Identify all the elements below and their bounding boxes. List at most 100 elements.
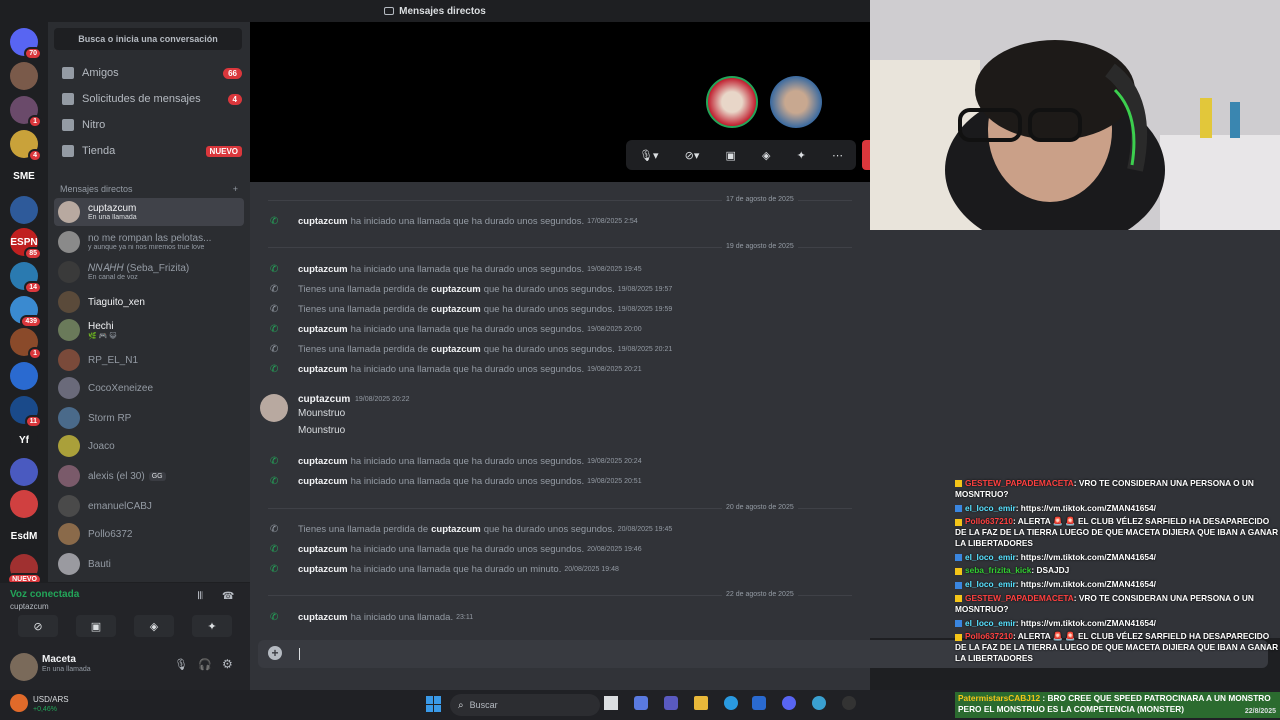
dm-item[interactable]: Pollo6372	[54, 520, 244, 548]
add-dm-button[interactable]: +	[233, 184, 238, 194]
server-icon[interactable]: 1	[10, 328, 42, 360]
taskbar-search[interactable]: ⌕ Buscar	[450, 694, 600, 716]
message-timestamp: 23:11	[456, 614, 474, 621]
message-user[interactable]: cuptazcum	[431, 344, 481, 355]
server-icon[interactable]: 439	[10, 296, 42, 328]
windows-start-icon[interactable]	[426, 696, 442, 712]
chrome-icon[interactable]	[812, 696, 826, 710]
message-text: que ha durado unos segundos.	[483, 344, 615, 355]
screen-share-icon[interactable]: ▣	[726, 149, 736, 162]
screen-share-button[interactable]: ▣	[76, 615, 116, 637]
chat-messages: 17 de agosto de 2025 19 de agosto de 2025…	[250, 182, 870, 638]
message-user[interactable]: cuptazcum	[298, 394, 350, 405]
dm-item[interactable]: alexis (el 30) GG	[54, 462, 244, 490]
message-user[interactable]: cuptazcum	[298, 476, 348, 487]
attach-plus-icon[interactable]: +	[268, 646, 282, 660]
stream-chat-message: Pollo637210: ALERTA 🚨 🚨 EL CLUB VÉLEZ SA…	[955, 631, 1280, 663]
call-participant-avatar[interactable]	[706, 76, 758, 128]
copilot-icon[interactable]	[634, 696, 648, 710]
server-icon[interactable]: 1	[10, 96, 42, 128]
activity-icon[interactable]: ◈	[762, 149, 770, 162]
more-options-icon[interactable]: ⋯	[832, 149, 843, 162]
message-user[interactable]: cuptazcum	[298, 544, 348, 555]
file-explorer-icon[interactable]	[694, 696, 708, 710]
microphone-icon[interactable]: 🎙▾	[639, 149, 659, 162]
message-user[interactable]: cuptazcum	[298, 364, 348, 375]
message-user[interactable]: cuptazcum	[298, 324, 348, 335]
activity-button[interactable]: ◈	[134, 615, 174, 637]
voice-channel[interactable]: cuptazcum	[10, 602, 49, 611]
stream-chat-message: GESTEW_PAPADEMACETA: VRO TE CONSIDERAN U…	[955, 478, 1280, 500]
message-user[interactable]: cuptazcum	[431, 304, 481, 315]
dm-item[interactable]: Bauti	[54, 550, 244, 578]
message-user[interactable]: cuptazcum	[431, 284, 481, 295]
server-badge: 4	[28, 149, 42, 162]
dm-item[interactable]: RP_EL_N1	[54, 346, 244, 374]
weather-ticker-icon[interactable]	[10, 694, 28, 712]
dm-item[interactable]: Hechi 🌿 🎮 😺	[54, 316, 244, 344]
avatar	[58, 435, 80, 457]
leave-call-button[interactable]	[862, 140, 870, 170]
server-icon[interactable]: 14	[10, 262, 42, 294]
discord-icon[interactable]	[782, 696, 796, 710]
dm-name: cuptazcum	[88, 203, 137, 214]
disconnect-icon[interactable]: ☎	[222, 591, 234, 602]
message-user[interactable]: cuptazcum	[431, 524, 481, 535]
dm-item[interactable]: 𝑁𝑁𝐴𝐻𝐻 (Seba_Frizita) En canal de voz	[54, 258, 244, 286]
server-icon[interactable]: SME	[10, 162, 38, 190]
soundboard-button[interactable]: ✦	[192, 615, 232, 637]
camera-off-button[interactable]: ⊘	[18, 615, 58, 637]
server-icon[interactable]: Yf	[10, 426, 38, 454]
server-icon[interactable]	[10, 490, 38, 518]
soundboard-icon[interactable]: ✦	[797, 149, 806, 162]
dm-item[interactable]: emanuelCABJ	[54, 492, 244, 520]
top-title-bar: Mensajes directos	[0, 0, 870, 22]
server-icon[interactable]: ESPN 85	[10, 228, 42, 260]
obs-icon[interactable]	[842, 696, 856, 710]
server-icon[interactable]: EsdM	[10, 522, 38, 550]
microphone-icon[interactable]: 🎙	[174, 658, 188, 671]
call-message: ✆ cuptazcum ha iniciado una llamada que ha…	[270, 456, 642, 467]
chat-badge-icon	[955, 595, 962, 603]
dm-item[interactable]: Tiaguito_xen	[54, 288, 244, 316]
dm-item[interactable]: Storm RP	[54, 404, 244, 432]
server-icon[interactable]: 70	[10, 28, 42, 60]
nav-friends[interactable]: Amigos 66	[56, 60, 242, 86]
server-icon[interactable]	[10, 196, 38, 224]
message-user[interactable]: cuptazcum	[298, 264, 348, 275]
server-icon[interactable]: 4	[10, 130, 42, 162]
dm-item[interactable]: CocoXeneizee	[54, 374, 244, 402]
task-view-icon[interactable]	[604, 696, 618, 710]
dm-name: CocoXeneizee	[88, 382, 154, 394]
search-conversation-button[interactable]: Busca o inicia una conversación	[54, 28, 242, 50]
server-icon[interactable]	[10, 458, 38, 486]
stream-chat-text: : https://vm.tiktok.com/ZMAN41654/	[1015, 617, 1156, 628]
camera-off-icon[interactable]: ⊘▾	[685, 149, 700, 162]
dm-item[interactable]: no me rompan las pelotas... y aunque ya n…	[54, 228, 244, 256]
avatar[interactable]	[10, 653, 38, 681]
message-text: que ha durado unos segundos.	[483, 304, 615, 315]
gear-icon[interactable]: ⚙	[222, 657, 233, 671]
message-user[interactable]: cuptazcum	[298, 456, 348, 467]
server-icon[interactable]	[10, 62, 38, 90]
message-user[interactable]: cuptazcum	[298, 216, 348, 227]
message-user[interactable]: cuptazcum	[298, 564, 348, 575]
nav-nitro[interactable]: Nitro	[56, 112, 242, 138]
store-icon[interactable]	[752, 696, 766, 710]
message-user[interactable]: cuptazcum	[298, 612, 348, 623]
headphones-icon[interactable]: 🎧	[198, 658, 212, 671]
nav-shop[interactable]: Tienda NUEVO	[56, 138, 242, 164]
signal-icon[interactable]: 𝄃𝄃	[198, 591, 202, 602]
call-message: ✆ cuptazcum ha iniciado una llamada. 23:11	[270, 612, 473, 623]
avatar[interactable]	[260, 394, 288, 422]
edge-icon[interactable]	[724, 696, 738, 710]
teams-icon[interactable]	[664, 696, 678, 710]
nav-message-requests[interactable]: Solicitudes de mensajes 4	[56, 86, 242, 112]
server-icon[interactable]	[10, 362, 38, 390]
call-participant-avatar[interactable]	[770, 76, 822, 128]
dm-item[interactable]: Joaco	[54, 432, 244, 460]
dm-item[interactable]: cuptazcum En una llamada	[54, 198, 244, 226]
server-icon[interactable]: NUEVO	[7, 554, 42, 586]
avatar	[58, 377, 80, 399]
server-icon[interactable]: 11	[10, 396, 42, 428]
